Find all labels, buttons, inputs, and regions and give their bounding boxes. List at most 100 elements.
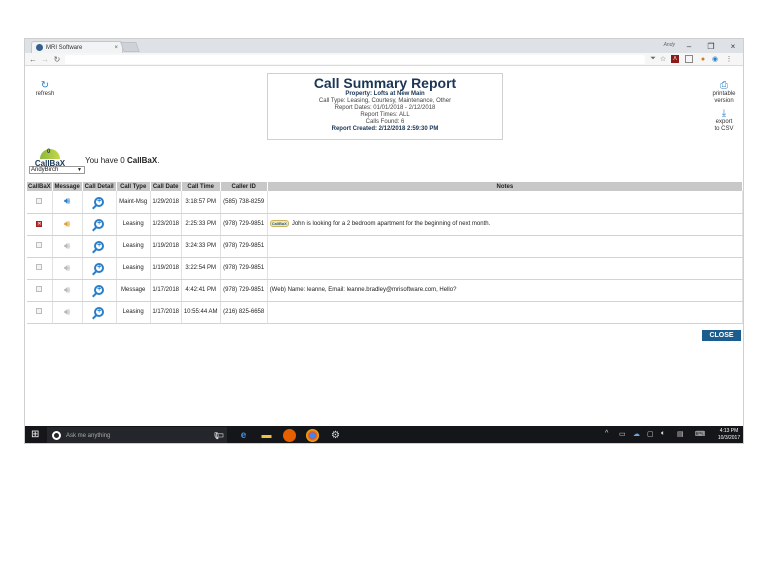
call-time: 4:42:41 PM: [181, 279, 221, 302]
edge-icon[interactable]: e: [237, 429, 250, 442]
clock-date: 10/3/2017: [717, 435, 741, 441]
call-time: 2:25:33 PM: [181, 213, 221, 236]
callbax-badge: CallBaX: [269, 220, 289, 228]
browser-window: MRI Software × Andy – ❐ × ← → ↻ ⏷ ☆ Λ ● …: [24, 38, 744, 444]
notes: [267, 301, 743, 324]
col-call-type[interactable]: Call Type: [116, 182, 151, 191]
call-date: 1/17/2018: [150, 279, 182, 302]
callbax-cell: [27, 279, 53, 302]
speaker-icon[interactable]: 🔊︎: [64, 263, 70, 274]
zoom-in-icon[interactable]: +: [94, 219, 105, 229]
back-icon[interactable]: ←: [28, 54, 38, 65]
display-icon[interactable]: ▢: [647, 430, 654, 438]
task-view-icon[interactable]: ▭: [213, 429, 226, 442]
col-call-detail[interactable]: Call Detail: [82, 182, 117, 191]
tab-strip: MRI Software × Andy – ❐ ×: [25, 39, 743, 53]
notes-cell: CallBaX John is looking for a 2 bedroom a…: [267, 213, 743, 236]
reload-icon[interactable]: ↻: [52, 54, 62, 65]
volume-icon[interactable]: 🔈︎: [661, 430, 665, 438]
callbax-checkbox-checked[interactable]: ✕: [36, 221, 43, 227]
url-input[interactable]: [65, 55, 645, 64]
caller-id: (585) 738-8259: [220, 191, 268, 214]
zoom-in-icon[interactable]: +: [94, 307, 105, 317]
callbax-checkbox[interactable]: [36, 286, 43, 292]
refresh-button[interactable]: ↻ refresh: [33, 81, 57, 98]
extension-icon[interactable]: Λ: [671, 55, 679, 63]
extension-orange-icon[interactable]: ●: [699, 55, 707, 63]
export-csv-button[interactable]: ⤓ export to CSV: [711, 109, 737, 133]
callbax-checkbox[interactable]: [36, 242, 43, 248]
close-button[interactable]: CLOSE: [702, 330, 741, 341]
table-header-row: CallBaX Message Call Detail Call Type Ca…: [27, 182, 743, 191]
callbax-checkbox[interactable]: [36, 308, 43, 314]
callbax-cell: [27, 301, 53, 324]
col-notes[interactable]: Notes: [267, 182, 743, 191]
speaker-icon[interactable]: 🔊︎: [64, 307, 70, 318]
message-cell: 🔊︎: [52, 213, 83, 236]
keyboard-icon[interactable]: ⌨: [695, 430, 705, 438]
forward-icon[interactable]: →: [40, 54, 50, 65]
new-tab-button[interactable]: [120, 42, 140, 52]
search-placeholder: Ask me anything: [66, 432, 111, 439]
callbax-checkbox[interactable]: [36, 264, 43, 270]
notes: [267, 235, 743, 258]
cortana-icon: [52, 431, 61, 440]
chrome-icon[interactable]: [306, 429, 319, 442]
call-type: Maint-Msg: [116, 191, 151, 214]
tray-chevron-icon[interactable]: ^: [605, 430, 608, 437]
cast-icon[interactable]: [685, 55, 693, 63]
onedrive-icon[interactable]: ☁: [633, 430, 640, 438]
menu-icon[interactable]: ⋮: [725, 55, 733, 63]
call-type-filter: Call Type: Leasing, Courtesy, Maintenanc…: [318, 98, 452, 104]
notes: [267, 191, 743, 214]
col-call-time[interactable]: Call Time: [181, 182, 221, 191]
firefox-icon[interactable]: [283, 429, 296, 442]
extension-blue-icon[interactable]: ◉: [711, 55, 719, 63]
callbax-checkbox[interactable]: [36, 197, 43, 204]
caller-id: (978) 729-9851: [220, 235, 268, 258]
callbax-cell: [27, 191, 53, 214]
system-clock[interactable]: 4:13 PM 10/3/2017: [715, 428, 743, 442]
detail-cell: +: [82, 213, 117, 236]
star-icon[interactable]: ☆: [659, 55, 667, 63]
message-cell: 🔊︎: [52, 301, 83, 324]
col-call-date[interactable]: Call Date: [150, 182, 182, 191]
filter-icon[interactable]: ⏷: [649, 55, 657, 63]
printable-label: printable: [712, 91, 736, 97]
notes: (Web) Name: leanne, Email: leanne.bradle…: [267, 279, 743, 302]
col-callbax[interactable]: CallBaX: [27, 182, 53, 191]
zoom-in-icon[interactable]: +: [94, 241, 105, 251]
minimize-button[interactable]: –: [679, 40, 699, 52]
tab-close-icon[interactable]: ×: [114, 45, 118, 51]
action-center-icon[interactable]: ▤: [677, 430, 684, 438]
close-window-button[interactable]: ×: [723, 40, 743, 52]
speaker-icon[interactable]: 🔊︎: [64, 219, 70, 230]
browser-tab[interactable]: MRI Software ×: [31, 41, 123, 53]
callbax-logo-arc: 0: [40, 149, 60, 159]
network-icon[interactable]: ▭: [619, 430, 626, 438]
speaker-icon[interactable]: 🔊︎: [64, 285, 70, 296]
zoom-in-icon[interactable]: +: [94, 196, 105, 207]
speaker-icon[interactable]: 🔊︎: [64, 241, 70, 252]
col-message[interactable]: Message: [52, 182, 83, 191]
call-time: 10:55:44 AM: [181, 301, 221, 324]
version-label: version: [714, 98, 734, 104]
callbax-cell: ✕: [27, 213, 53, 236]
zoom-in-icon[interactable]: +: [94, 285, 105, 295]
call-type: Leasing: [116, 235, 151, 258]
table-row: 🔊︎ + Leasing 1/19/2018 3:24:33 PM (978) …: [27, 235, 743, 258]
printable-version-button[interactable]: ⎙ printable version: [711, 81, 737, 105]
cortana-search[interactable]: Ask me anything 🎙︎: [47, 427, 227, 443]
clock-time: 4:13 PM: [719, 428, 739, 434]
maximize-button[interactable]: ❐: [701, 40, 721, 52]
user-select[interactable]: AndyBirch ▼: [29, 166, 85, 174]
table-row: 🔊︎ + Leasing 1/19/2018 3:22:54 PM (978) …: [27, 257, 743, 280]
settings-icon[interactable]: ⚙: [329, 429, 342, 442]
zoom-in-icon[interactable]: +: [94, 263, 105, 273]
call-date: 1/23/2018: [150, 213, 182, 236]
speaker-icon[interactable]: 🔊︎: [64, 196, 70, 207]
call-date: 1/29/2018: [150, 191, 182, 214]
col-caller-id[interactable]: Caller ID: [220, 182, 268, 191]
windows-start-icon[interactable]: ⊞: [31, 430, 41, 440]
file-explorer-icon[interactable]: ▬: [260, 429, 273, 442]
